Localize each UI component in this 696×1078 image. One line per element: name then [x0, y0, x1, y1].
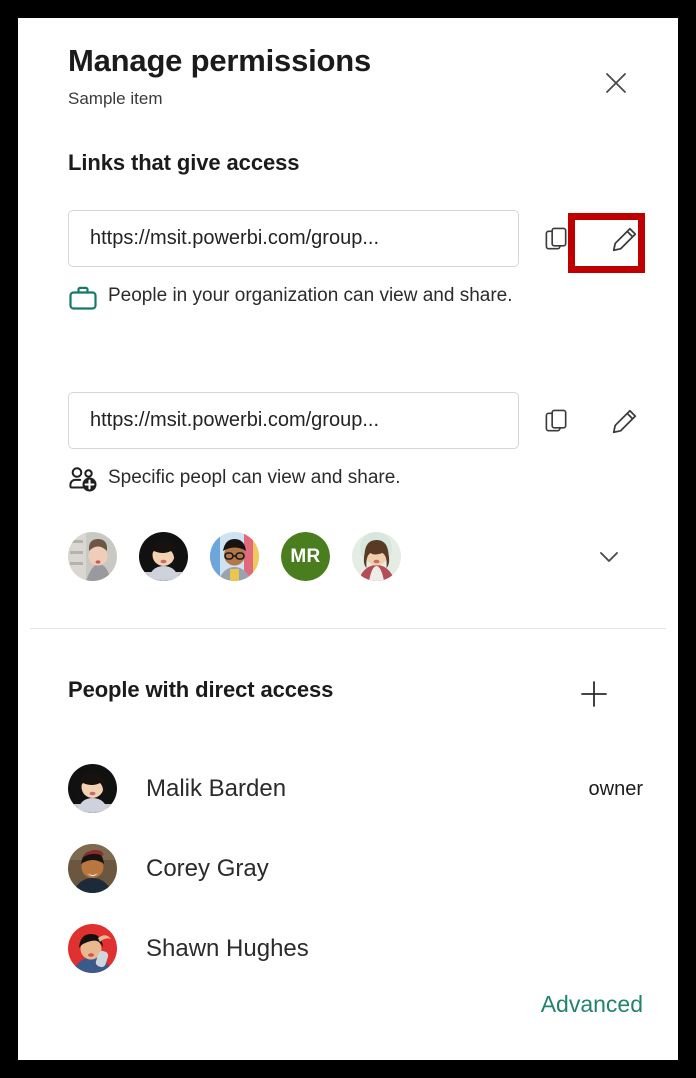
copy-link-button[interactable] — [534, 399, 578, 443]
dialog-subtitle: Sample item — [68, 89, 163, 108]
expand-people-button[interactable] — [586, 532, 632, 580]
avatar — [68, 764, 117, 813]
chevron-down-icon — [600, 552, 618, 562]
copy-icon — [545, 409, 566, 431]
manage-permissions-dialog: Manage permissions Sample item Links tha… — [18, 18, 678, 1060]
link-url-field[interactable]: https://msit.powerbi.com/group... — [68, 392, 519, 449]
link-scope-description: People in your organization can view and… — [68, 282, 588, 312]
avatar-initials-circle: MR — [281, 532, 330, 581]
copy-link-button[interactable] — [534, 217, 578, 261]
advanced-link[interactable]: Advanced — [541, 991, 643, 1018]
dialog-header: Manage permissions Sample item — [18, 18, 678, 130]
avatar[interactable] — [352, 532, 401, 581]
list-item[interactable]: Corey Gray — [18, 840, 678, 898]
close-button[interactable] — [593, 60, 639, 106]
pencil-edit-icon — [612, 227, 636, 251]
link-scope-text: Specific peopl can view and share. — [108, 467, 401, 488]
plus-icon — [581, 681, 607, 707]
section-divider — [30, 628, 666, 629]
link-scope-description: Specific peopl can view and share. — [68, 464, 588, 494]
edit-link-button[interactable] — [602, 399, 646, 443]
shared-with-avatars[interactable]: MR — [68, 532, 401, 581]
person-name: Shawn Hughes — [146, 935, 309, 962]
link-url-field[interactable]: https://msit.powerbi.com/group... — [68, 210, 519, 267]
page-title: Manage permissions — [68, 43, 372, 78]
close-icon — [606, 73, 626, 93]
direct-access-section-title: People with direct access — [68, 677, 334, 702]
screenshot-frame: Manage permissions Sample item Links tha… — [0, 0, 696, 1078]
avatar[interactable] — [139, 532, 188, 581]
avatar[interactable] — [210, 532, 259, 581]
avatar — [68, 844, 117, 893]
briefcase-icon — [68, 282, 108, 312]
person-name: Malik Barden — [146, 775, 287, 802]
avatar[interactable] — [68, 532, 117, 581]
avatar-initials[interactable]: MR — [281, 532, 330, 581]
link-scope-text: People in your organization can view and… — [108, 285, 513, 306]
person-name: Corey Gray — [146, 855, 269, 882]
copy-icon — [545, 227, 566, 249]
people-add-icon — [68, 464, 108, 494]
avatar — [68, 924, 117, 973]
add-people-button[interactable] — [570, 670, 618, 718]
person-role: owner — [588, 777, 643, 800]
links-section-title: Links that give access — [68, 150, 300, 175]
pencil-edit-icon — [612, 409, 636, 433]
list-item[interactable]: Shawn Hughes — [18, 920, 678, 978]
list-item[interactable]: Malik Barden owner — [18, 760, 678, 818]
edit-link-button[interactable] — [602, 217, 646, 261]
